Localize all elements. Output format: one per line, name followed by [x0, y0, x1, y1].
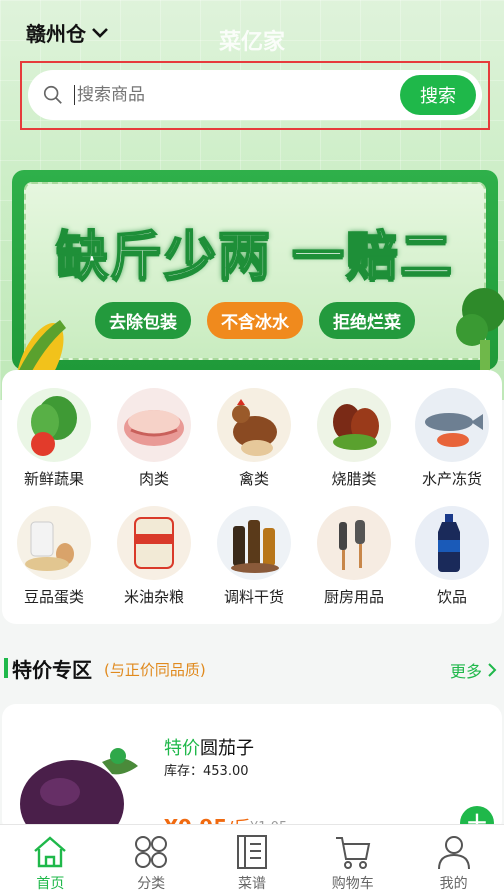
- tab-label: 分类: [137, 876, 166, 892]
- search-bar[interactable]: 搜索: [28, 70, 482, 120]
- tab-cart[interactable]: 购物车: [302, 825, 403, 892]
- category-grid: 新鲜蔬果 肉类 禽类 烧腊类 水产冻货 豆品蛋类 米油杂粮 调料干货 厨房用品 …: [2, 370, 502, 624]
- tab-home[interactable]: 首页: [0, 825, 101, 892]
- category-icon: [135, 836, 168, 868]
- banner-tag: 去除包装: [95, 302, 191, 339]
- banner-tags: 去除包装 不含冰水 拒绝烂菜: [26, 302, 484, 339]
- category-item[interactable]: 禽类: [204, 388, 304, 489]
- category-item[interactable]: 饮品: [402, 506, 502, 607]
- special-title: 特价专区: [12, 658, 92, 682]
- eggs-dairy-icon: [17, 506, 91, 580]
- category-item[interactable]: 新鲜蔬果: [4, 388, 104, 489]
- search-icon: [43, 85, 62, 104]
- banner-tag: 不含冰水: [207, 302, 303, 339]
- user-icon: [437, 836, 470, 870]
- category-label: 调料干货: [223, 588, 284, 606]
- category-label: 禽类: [238, 470, 269, 488]
- tab-label: 首页: [36, 876, 65, 892]
- category-label: 水产冻货: [421, 470, 482, 488]
- sauce-bottles-icon: [217, 506, 291, 580]
- meat-icon: [117, 388, 191, 462]
- more-link[interactable]: 更多: [450, 658, 498, 682]
- category-label: 米油杂粮: [123, 588, 184, 606]
- cart-icon: [335, 837, 371, 869]
- tab-label: 菜谱: [237, 876, 266, 892]
- product-title: 圆茄子: [200, 738, 254, 759]
- special-subtitle: (与正价同品质): [104, 661, 206, 679]
- product-card[interactable]: 特价圆茄子 库存：453.00 ¥0.95/斤 ¥1.05 +: [2, 704, 502, 834]
- vegetables-icon: [17, 388, 91, 462]
- category-item[interactable]: 肉类: [104, 388, 204, 489]
- rice-bag-icon: [117, 506, 191, 580]
- tab-recipe[interactable]: 菜谱: [202, 825, 303, 892]
- category-item[interactable]: 调料干货: [204, 506, 304, 607]
- tab-category[interactable]: 分类: [101, 825, 202, 892]
- bottom-tab-bar: 首页 分类 菜谱 购物车 我的: [0, 824, 504, 892]
- seafood-icon: [415, 388, 489, 462]
- category-item[interactable]: 厨房用品: [304, 506, 404, 607]
- recipe-book-icon: [236, 835, 267, 869]
- kitchen-utensils-icon: [317, 506, 391, 580]
- home-icon: [34, 836, 67, 868]
- product-name: 特价圆茄子: [164, 734, 254, 760]
- search-input[interactable]: [74, 85, 400, 105]
- roast-meat-icon: [317, 388, 391, 462]
- eggplant-image: [20, 748, 138, 834]
- section-accent-bar: [4, 658, 8, 678]
- special-section-header: 特价专区 (与正价同品质) 更多: [0, 650, 504, 686]
- category-label: 厨房用品: [323, 588, 384, 606]
- poultry-icon: [217, 388, 291, 462]
- category-label: 烧腊类: [331, 470, 377, 488]
- promo-banner[interactable]: 缺斤少两 一赔二 去除包装 不含冰水 拒绝烂菜: [12, 170, 498, 370]
- header: 赣州仓 菜亿家: [0, 0, 504, 60]
- special-price-tag: 特价: [164, 738, 200, 759]
- category-item[interactable]: 烧腊类: [304, 388, 404, 489]
- tab-label: 购物车: [331, 876, 374, 892]
- category-label: 肉类: [138, 470, 169, 488]
- banner-title: 缺斤少两 一赔二: [55, 226, 455, 288]
- search-highlight-frame: 搜索: [20, 61, 490, 130]
- app-title: 菜亿家: [218, 30, 285, 55]
- banner-tag: 拒绝烂菜: [319, 302, 415, 339]
- product-stock: 库存：453.00: [164, 764, 249, 779]
- category-item[interactable]: 米油杂粮: [104, 506, 204, 607]
- category-item[interactable]: 水产冻货: [402, 388, 502, 489]
- search-button[interactable]: 搜索: [400, 75, 476, 115]
- category-label: 饮品: [436, 588, 467, 606]
- tab-label: 我的: [439, 876, 468, 892]
- category-label: 新鲜蔬果: [23, 470, 84, 488]
- tab-profile[interactable]: 我的: [403, 825, 504, 892]
- category-item[interactable]: 豆品蛋类: [4, 506, 104, 607]
- category-label: 豆品蛋类: [23, 588, 84, 606]
- soda-bottle-icon: [415, 506, 489, 580]
- more-label: 更多: [449, 662, 482, 681]
- promo-banner-inner: 缺斤少两 一赔二 去除包装 不含冰水 拒绝烂菜: [24, 182, 486, 360]
- chevron-right-icon: [488, 663, 497, 677]
